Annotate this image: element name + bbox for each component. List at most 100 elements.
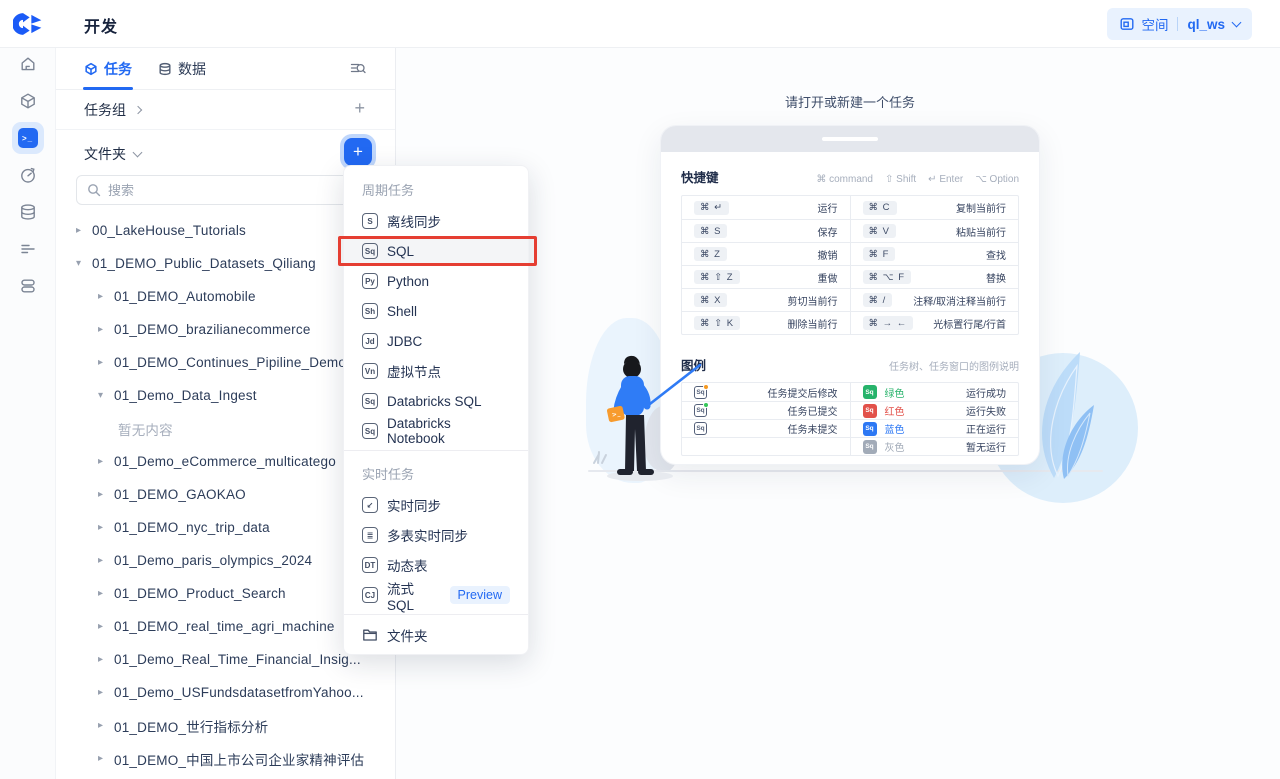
rail-resources-button[interactable] [12,85,44,117]
menu-item-realtime-sync[interactable]: ↙实时同步 [344,490,528,520]
menu-item-shell[interactable]: ShShell [344,296,528,326]
multitable-icon: ≣ [362,527,378,543]
shortcut-row: ⌘ ⇧ K删除当前行 ⌘ → ←光标置行尾/行首 [682,311,1018,334]
legend-table: Sq任务提交后修改 Sq绿色运行成功 Sq任务已提交 Sq红色运行失败 Sq任务… [681,382,1019,456]
shortcut-row: ⌘ S保存 ⌘ V粘贴当前行 [682,219,1018,242]
workspace-switcher[interactable]: 空间 ql_ws [1107,8,1252,40]
caret-icon: ▸ [98,489,114,500]
add-task-group-button[interactable]: + [354,98,365,119]
caret-icon: ▾ [98,390,114,401]
key-chip: ⌘ / [863,293,893,307]
tree-item[interactable]: ▸01_DEMO_世行指标分析 [56,709,395,742]
rail-data-button[interactable] [12,196,44,228]
top-header: 开发 空间 ql_ws [0,0,1280,48]
card-top-bar [661,126,1039,152]
menu-item-jdbc[interactable]: JdJDBC [344,326,528,356]
caret-icon: ▸ [98,555,114,566]
caret-icon: ▸ [98,324,114,335]
modifier-key-legend: ⌘ command ⇧ Shift ↵ Enter ⌥ Option [816,174,1019,185]
search-icon [87,183,101,197]
folder-icon [362,627,378,643]
terminal-icon: >_ [18,128,38,148]
python-icon: Py [362,273,378,289]
key-chip: ⌘ ⇧ Z [694,270,740,284]
person-illustration: >_ [588,345,718,485]
database-icon [19,203,37,221]
list-lines-icon [19,240,37,258]
empty-state-title: 请打开或新建一个任务 [660,92,1040,111]
cube-icon [84,62,98,76]
rail-compute-button[interactable] [12,270,44,302]
key-chip: ⌘ ⇧ K [694,316,740,330]
card-handle [822,137,878,141]
tree-item[interactable]: ▸01_Demo_USFundsdatasetfromYahoo... [56,676,395,709]
shortcuts-table: ⌘ ↵运行 ⌘ C复制当前行 ⌘ S保存 ⌘ V粘贴当前行 ⌘ Z撤销 ⌘ F查… [681,195,1019,335]
key-chip: ⌘ ⌥ F [863,270,912,284]
menu-item-multitable-realtime-sync[interactable]: ≣多表实时同步 [344,520,528,550]
key-chip: ⌘ C [863,201,897,215]
jdbc-icon: Jd [362,333,378,349]
tab-data[interactable]: 数据 [158,48,206,90]
caret-icon: ▸ [98,687,114,698]
page-title: 开发 [84,13,118,37]
add-task-button[interactable]: + [344,138,372,166]
menu-item-streaming-sql[interactable]: CJ流式SQLPreview [344,580,528,610]
create-task-menu: 周期任务 S离线同步 SqSQL PyPython ShShell JdJDBC… [343,165,529,655]
rail-schedule-button[interactable] [12,233,44,265]
key-chip: ⌘ V [863,224,896,238]
menu-item-offline-sync[interactable]: S离线同步 [344,206,528,236]
blue-sq-badge: Sq [863,422,877,436]
shortcut-row: ⌘ ⇧ Z重做 ⌘ ⌥ F替换 [682,265,1018,288]
caret-icon: ▸ [76,225,92,236]
menu-item-folder[interactable]: 文件夹 [344,620,528,650]
tree-item[interactable]: ▸01_DEMO_中国上市公司企业家精神评估 [56,742,395,775]
app-logo[interactable] [13,11,43,37]
workspace-name: ql_ws [1187,17,1225,32]
key-chip: ⌘ S [694,224,727,238]
menu-item-databricks-sql[interactable]: SqDatabricks SQL [344,386,528,416]
sql-icon: Sq [362,423,378,439]
key-chip: ⌘ F [863,247,896,261]
key-chip: ⌘ → ← [863,316,914,330]
green-sq-badge: Sq [863,385,877,399]
caret-icon: ▸ [98,753,114,764]
menu-section-header: 周期任务 [344,172,528,206]
space-icon [1119,16,1135,32]
menu-item-sql[interactable]: SqSQL [344,236,528,266]
menu-item-virtual-node[interactable]: Vn虚拟节点 [344,356,528,386]
shortcut-row: ⌘ X剪切当前行 ⌘ /注释/取消注释当前行 [682,288,1018,311]
legend-caption: 任务树、任务窗口的图例说明 [889,358,1019,373]
divider [1177,17,1178,31]
search-input[interactable] [108,183,369,198]
caret-icon: ▾ [76,258,92,269]
menu-item-databricks-notebook[interactable]: SqDatabricks Notebook [344,416,528,446]
sql-icon: Sq [362,393,378,409]
gauge-icon [19,166,37,184]
folder-toggle[interactable]: 文件夹 [84,144,141,164]
caret-icon: ▸ [98,588,114,599]
home-icon [19,55,37,73]
caret-icon: ▸ [98,720,114,731]
realtime-sync-icon: ↙ [362,497,378,513]
tab-tasks[interactable]: 任务 [84,48,132,90]
menu-item-dynamic-table[interactable]: DT动态表 [344,550,528,580]
search-box [76,175,380,205]
caret-icon: ▸ [98,654,114,665]
rail-development-button[interactable]: >_ [12,122,44,154]
key-chip: ⌘ X [694,293,727,307]
chevron-down-icon [1232,17,1242,27]
explorer-tabs: 任务 数据 [56,48,395,90]
filter-search-button[interactable] [350,61,366,82]
rail-home-button[interactable] [12,48,44,80]
caret-icon: ▸ [98,456,114,467]
key-chip: ⌘ ↵ [694,201,729,215]
task-group-toggle[interactable]: 任务组 [84,100,141,120]
caret-icon: ▸ [98,291,114,302]
space-label: 空间 [1141,14,1168,34]
menu-divider [344,450,528,451]
chevron-right-icon [134,106,142,114]
preview-badge: Preview [450,586,510,604]
caret-icon: ▸ [98,522,114,533]
menu-item-python[interactable]: PyPython [344,266,528,296]
rail-operations-button[interactable] [12,159,44,191]
